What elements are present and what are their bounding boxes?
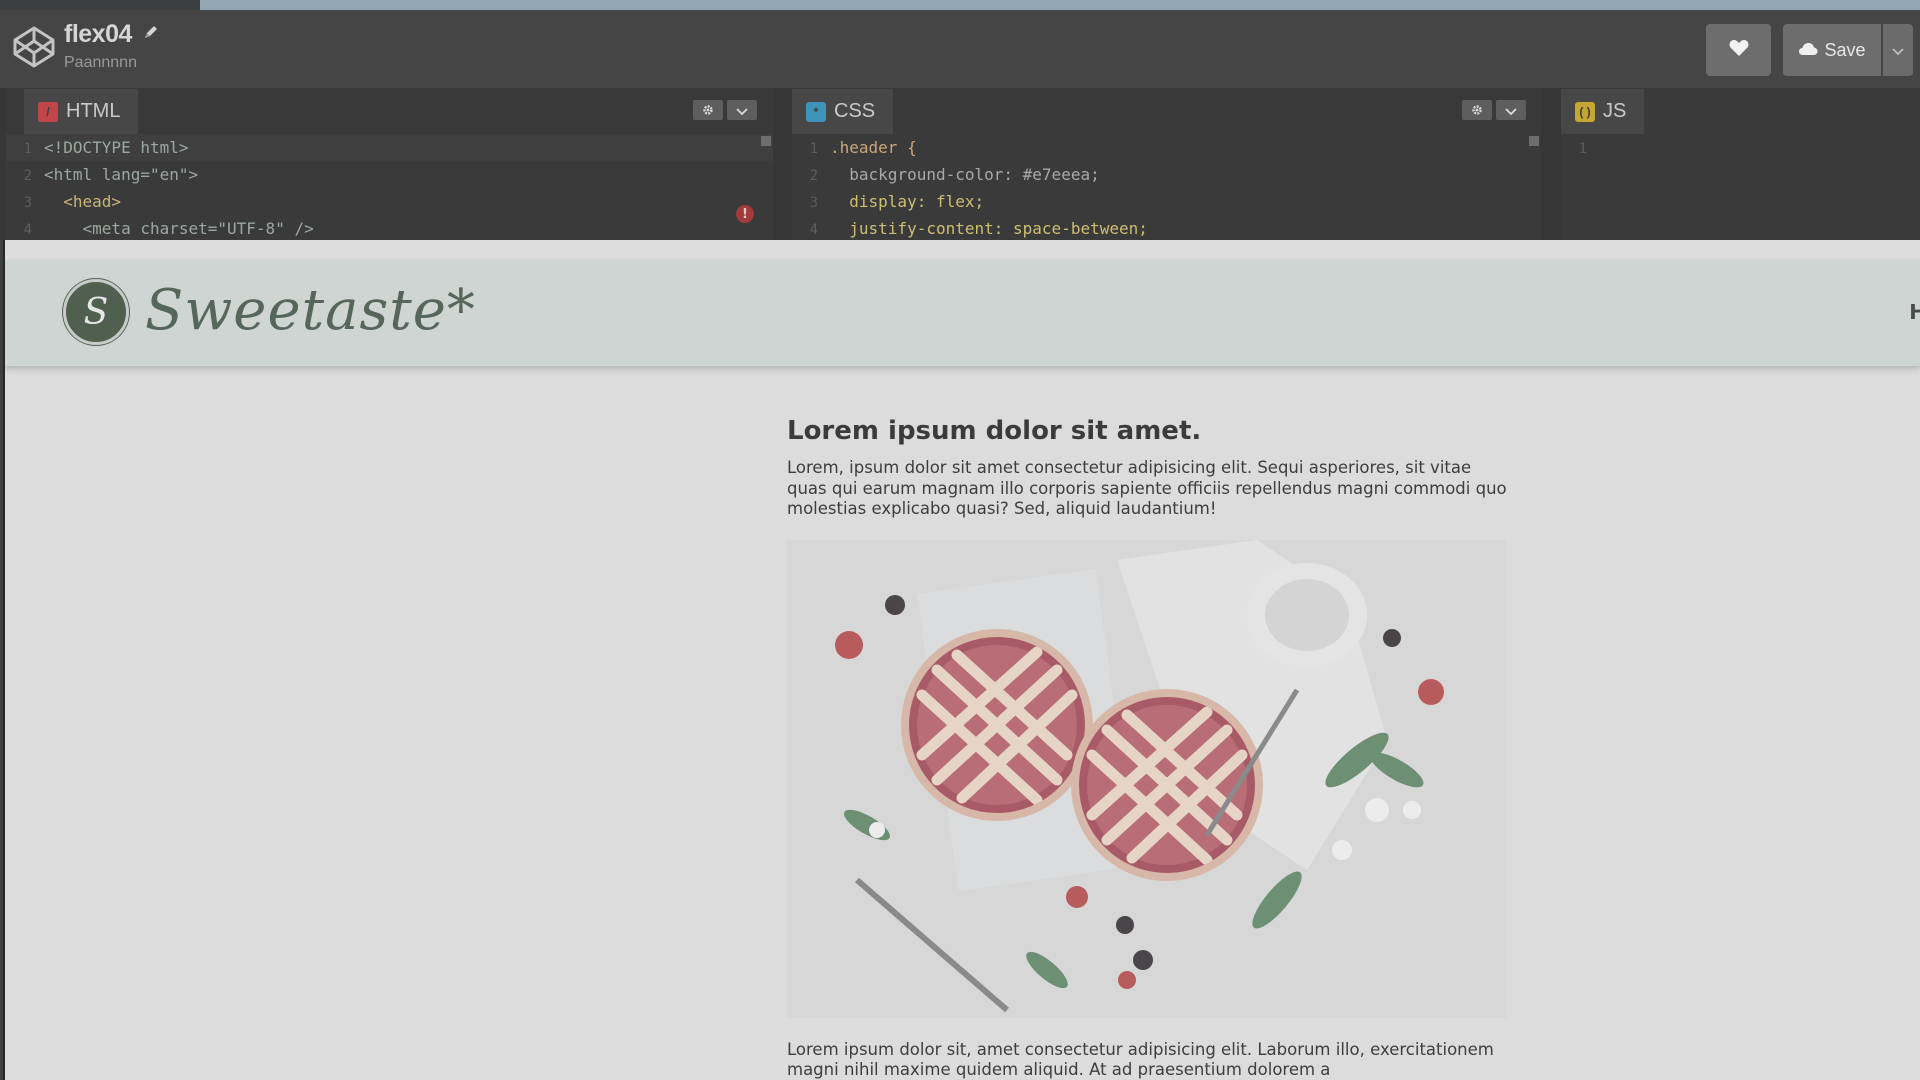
edit-title-icon[interactable] <box>143 24 159 40</box>
logo-mark: S <box>83 291 109 333</box>
js-editor-header: ( ) JS <box>1561 88 1920 134</box>
code-editors: / HTML 1 <!DOCTYPE html> 2 <html lang="en"… <box>0 88 1920 240</box>
article: Lorem ipsum dolor sit amet. Lorem, ipsum… <box>787 416 1511 1080</box>
site-logo-text[interactable]: Sweetaste* <box>145 278 476 343</box>
error-icon[interactable]: ! <box>736 205 754 223</box>
tab-html[interactable]: / HTML <box>24 89 139 134</box>
article-intro: Lorem, ipsum dolor sit amet consectetur … <box>787 458 1507 518</box>
editor-header: flex04 Paannnnn Save <box>0 10 1920 88</box>
heart-icon <box>1729 39 1749 61</box>
result-preview[interactable]: S Sweetaste* H Lorem ipsum dolor sit ame… <box>3 240 1920 1080</box>
pen-title[interactable]: flex04 <box>64 20 132 49</box>
code-line: 4 <meta charset="UTF-8" /> <box>23 219 314 238</box>
love-button[interactable] <box>1706 24 1771 76</box>
site-header: S Sweetaste* H <box>5 260 1920 366</box>
js-icon: ( ) <box>1575 101 1595 122</box>
site-logo-badge[interactable]: S <box>63 279 129 345</box>
html-scrollbar[interactable] <box>761 136 771 146</box>
code-line: 1 <box>1578 141 1587 157</box>
html-editor[interactable]: / HTML 1 <!DOCTYPE html> 2 <html lang="en"… <box>6 88 773 240</box>
code-line: 3 <head> <box>23 192 122 211</box>
html-collapse-button[interactable] <box>727 100 757 120</box>
css-collapse-button[interactable] <box>1496 100 1526 120</box>
css-tab-label: CSS <box>834 100 876 122</box>
tab-js[interactable]: ( ) JS <box>1561 89 1645 134</box>
css-editor-tools <box>1462 100 1526 120</box>
pies-photo <box>787 539 1507 1018</box>
js-tab-label: JS <box>1603 100 1627 122</box>
css-settings-button[interactable] <box>1462 100 1492 120</box>
loading-progress-bar <box>0 0 1920 10</box>
gear-icon <box>1471 101 1483 120</box>
cloud-icon <box>1798 40 1824 61</box>
gear-icon <box>702 101 714 120</box>
codepen-logo-icon[interactable] <box>11 24 57 70</box>
code-line: 1 .header { <box>809 138 917 157</box>
code-line: 2 <html lang="en"> <box>23 165 199 184</box>
html-editor-tools <box>693 100 757 120</box>
js-editor[interactable]: ( ) JS 1 <box>1561 88 1920 240</box>
html-code-area[interactable]: 1 <!DOCTYPE html> 2 <html lang="en"> 3 <he… <box>6 134 773 240</box>
article-heading: Lorem ipsum dolor sit amet. <box>787 416 1202 446</box>
tab-css[interactable]: * CSS <box>792 89 894 134</box>
html-tab-label: HTML <box>66 100 121 122</box>
css-scrollbar[interactable] <box>1529 136 1539 146</box>
chevron-down-icon <box>1505 101 1517 120</box>
site-nav-link[interactable]: H <box>1909 300 1920 324</box>
chevron-down-icon <box>1892 41 1904 60</box>
css-editor[interactable]: * CSS 1 .header { 2 background-color: #e7… <box>792 88 1541 240</box>
pen-author[interactable]: Paannnnn <box>64 54 159 72</box>
pen-title-block: flex04 Paannnnn <box>64 20 159 72</box>
code-line: 2 background-color: #e7eeea; <box>809 165 1100 184</box>
js-code-area[interactable]: 1 <box>1561 134 1920 240</box>
html-icon: / <box>38 101 58 122</box>
save-button[interactable]: Save <box>1783 24 1881 76</box>
html-settings-button[interactable] <box>693 100 723 120</box>
hero-image <box>787 539 1507 1018</box>
code-line: 3 display: flex; <box>809 192 985 211</box>
loading-progress-fill <box>200 0 1920 10</box>
css-code-area[interactable]: 1 .header { 2 background-color: #e7eeea; … <box>792 134 1541 240</box>
chevron-down-icon <box>736 101 748 120</box>
article-body: Lorem ipsum dolor sit, amet consectetur … <box>787 1039 1494 1080</box>
css-editor-header: * CSS <box>792 88 1541 134</box>
save-label: Save <box>1824 39 1866 60</box>
css-icon: * <box>806 101 826 122</box>
save-options-button[interactable] <box>1883 24 1913 76</box>
code-line: 4 justify-content: space-between; <box>809 219 1148 238</box>
html-editor-header: / HTML <box>6 88 773 134</box>
code-line: 1 <!DOCTYPE html> <box>6 134 773 161</box>
